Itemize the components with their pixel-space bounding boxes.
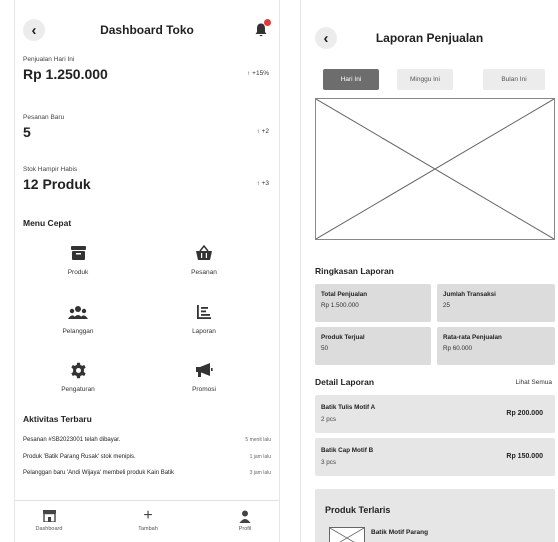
gear-icon [70, 362, 86, 378]
tab-hari-ini[interactable]: Hari Ini [323, 69, 379, 90]
product-thumbnail [329, 527, 365, 542]
nav-label: Profil [238, 526, 252, 532]
summary-title: Ringkasan Laporan [315, 266, 394, 276]
detail-item-qty: 2 pcs [321, 416, 337, 423]
stat-low-stock: Stok Hampir Habis 12 Produk ↑ +3 [23, 166, 269, 192]
menu-item-label: Pengaturan [61, 386, 95, 393]
bottom-nav: Dashboard + Tambah Profil [15, 500, 279, 542]
page-title: Laporan Penjualan [375, 31, 484, 45]
chart-icon [197, 305, 211, 319]
report-screen: ‹ Laporan Penjualan Hari Ini Minggu Ini … [300, 0, 558, 542]
back-button[interactable]: ‹ [23, 19, 45, 41]
stat-change: ↑ +3 [256, 180, 269, 187]
menu-item-pelanggan[interactable]: Pelanggan [43, 302, 113, 335]
detail-item-price: Rp 150.000 [506, 453, 543, 460]
chevron-left-icon: ‹ [31, 21, 37, 39]
chevron-left-icon: ‹ [323, 29, 329, 47]
stat-sales-today: Penjualan Hari Ini Rp 1.250.000 ↑ +15% [23, 56, 269, 82]
dashboard-header: ‹ Dashboard Toko [15, 10, 279, 50]
menu-item-label: Promosi [192, 386, 216, 393]
menu-item-label: Pesanan [191, 269, 217, 276]
user-icon [239, 510, 251, 523]
basket-icon [196, 245, 212, 260]
stat-value: 5 [23, 124, 31, 140]
activity-item[interactable]: Produk 'Batik Parang Rusak' stok menipis… [23, 451, 271, 463]
activity-title: Aktivitas Terbaru [23, 414, 92, 424]
summary-card-value: Rp 1.500.000 [321, 302, 359, 309]
nav-tambah[interactable]: + Tambah [118, 507, 178, 532]
tab-minggu-ini[interactable]: Minggu Ini [397, 69, 453, 90]
nav-dashboard[interactable]: Dashboard [19, 509, 79, 532]
activity-time: 5 menit lalu [245, 437, 271, 443]
stat-change: ↑ +15% [247, 70, 269, 77]
plus-icon: + [143, 507, 153, 524]
activity-text: Pelanggan baru 'Andi Wijaya' membeli pro… [23, 470, 175, 476]
stat-value: Rp 1.250.000 [23, 66, 108, 82]
report-header: ‹ Laporan Penjualan [301, 18, 558, 58]
quick-menu-title: Menu Cepat [23, 218, 72, 228]
activity-time: 1 jam lalu [249, 454, 271, 460]
best-seller-title: Produk Terlaris [325, 505, 391, 515]
store-icon [42, 510, 56, 522]
summary-card-value: Rp 60.000 [443, 345, 473, 352]
menu-item-pengaturan[interactable]: Pengaturan [43, 360, 113, 393]
activity-time: 3 jam lalu [249, 470, 271, 476]
stat-label: Stok Hampir Habis [23, 166, 78, 173]
summary-card-title: Produk Terjual [321, 334, 365, 341]
menu-item-pesanan[interactable]: Pesanan [169, 243, 239, 276]
image-placeholder-icon [315, 98, 555, 240]
summary-card-title: Jumlah Transaksi [443, 291, 496, 298]
chart-placeholder [315, 98, 555, 240]
activity-text: Produk 'Batik Parang Rusak' stok menipis… [23, 454, 136, 460]
detail-item[interactable]: Batik Cap Motif B 3 pcs Rp 150.000 [315, 438, 555, 476]
stat-label: Pesanan Baru [23, 114, 65, 121]
detail-item-name: Batik Cap Motif B [321, 447, 374, 454]
back-button[interactable]: ‹ [315, 27, 337, 49]
summary-card-value: 25 [443, 302, 451, 309]
detail-item-price: Rp 200.000 [506, 410, 543, 417]
nav-profil[interactable]: Profil [215, 509, 275, 532]
menu-item-label: Pelanggan [62, 328, 94, 335]
nav-label: Tambah [138, 526, 158, 532]
summary-card: Jumlah Transaksi 25 [437, 284, 555, 322]
menu-item-label: Produk [67, 269, 89, 276]
summary-card: Rata-rata Penjualan Rp 60.000 [437, 327, 555, 365]
detail-item[interactable]: Batik Tulis Motif A 2 pcs Rp 200.000 [315, 395, 555, 433]
summary-card: Produk Terjual 50 [315, 327, 431, 365]
menu-item-produk[interactable]: Produk [43, 243, 113, 276]
see-all-link[interactable]: Lihat Semua [516, 379, 553, 386]
summary-card-title: Total Penjualan [321, 291, 368, 298]
menu-item-label: Laporan [192, 328, 216, 335]
menu-item-laporan[interactable]: Laporan [169, 302, 239, 335]
detail-title: Detail Laporan [315, 377, 375, 387]
notification-badge [264, 19, 271, 26]
nav-label: Dashboard [35, 526, 63, 532]
summary-card-title: Rata-rata Penjualan [443, 334, 502, 341]
box-icon [70, 246, 86, 260]
page-title: Dashboard Toko [100, 23, 194, 37]
stat-new-orders: Pesanan Baru 5 ↑ +2 [23, 114, 269, 140]
best-seller-card[interactable]: Produk Terlaris Batik Motif Parang [315, 489, 555, 542]
stat-value: 12 Produk [23, 176, 91, 192]
detail-item-qty: 3 pcs [321, 459, 337, 466]
tab-bulan-ini[interactable]: Bulan Ini [483, 69, 545, 90]
summary-card: Total Penjualan Rp 1.500.000 [315, 284, 431, 322]
activity-text: Pesanan #SB2023001 telah dibayar. [23, 437, 121, 443]
detail-item-name: Batik Tulis Motif A [321, 404, 376, 411]
best-seller-item-name: Batik Motif Parang [371, 529, 429, 536]
users-icon [68, 305, 88, 319]
dashboard-screen: ‹ Dashboard Toko Penjualan Hari Ini Rp 1… [14, 0, 280, 542]
megaphone-icon [196, 363, 213, 377]
summary-card-value: 50 [321, 345, 329, 352]
activity-item[interactable]: Pelanggan baru 'Andi Wijaya' membeli pro… [23, 467, 271, 479]
image-placeholder-icon [329, 527, 365, 542]
stat-label: Penjualan Hari Ini [23, 56, 75, 63]
activity-item[interactable]: Pesanan #SB2023001 telah dibayar. 5 meni… [23, 434, 271, 446]
stat-change: ↑ +2 [256, 128, 269, 135]
menu-item-promosi[interactable]: Promosi [169, 360, 239, 393]
